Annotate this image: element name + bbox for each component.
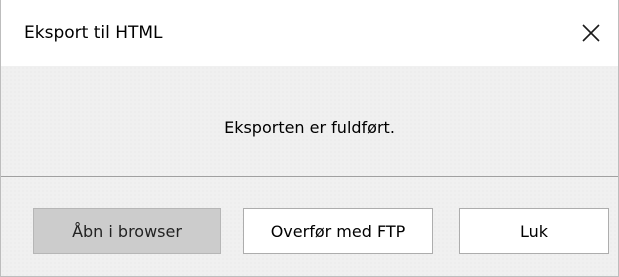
open-in-browser-button[interactable]: Åbn i browser (33, 208, 221, 254)
close-icon (582, 24, 600, 42)
title-bar: Eksport til HTML (1, 0, 618, 66)
export-dialog: Eksport til HTML Eksporten er fuldført. … (0, 0, 619, 277)
dialog-title: Eksport til HTML (24, 23, 163, 43)
dialog-content: Eksporten er fuldført. (1, 66, 618, 176)
button-bar: Åbn i browser Overfør med FTP Luk (1, 177, 618, 276)
close-window-button[interactable] (564, 0, 618, 66)
close-button[interactable]: Luk (459, 208, 609, 254)
transfer-ftp-button[interactable]: Overfør med FTP (243, 208, 433, 254)
status-message: Eksporten er fuldført. (224, 118, 395, 137)
